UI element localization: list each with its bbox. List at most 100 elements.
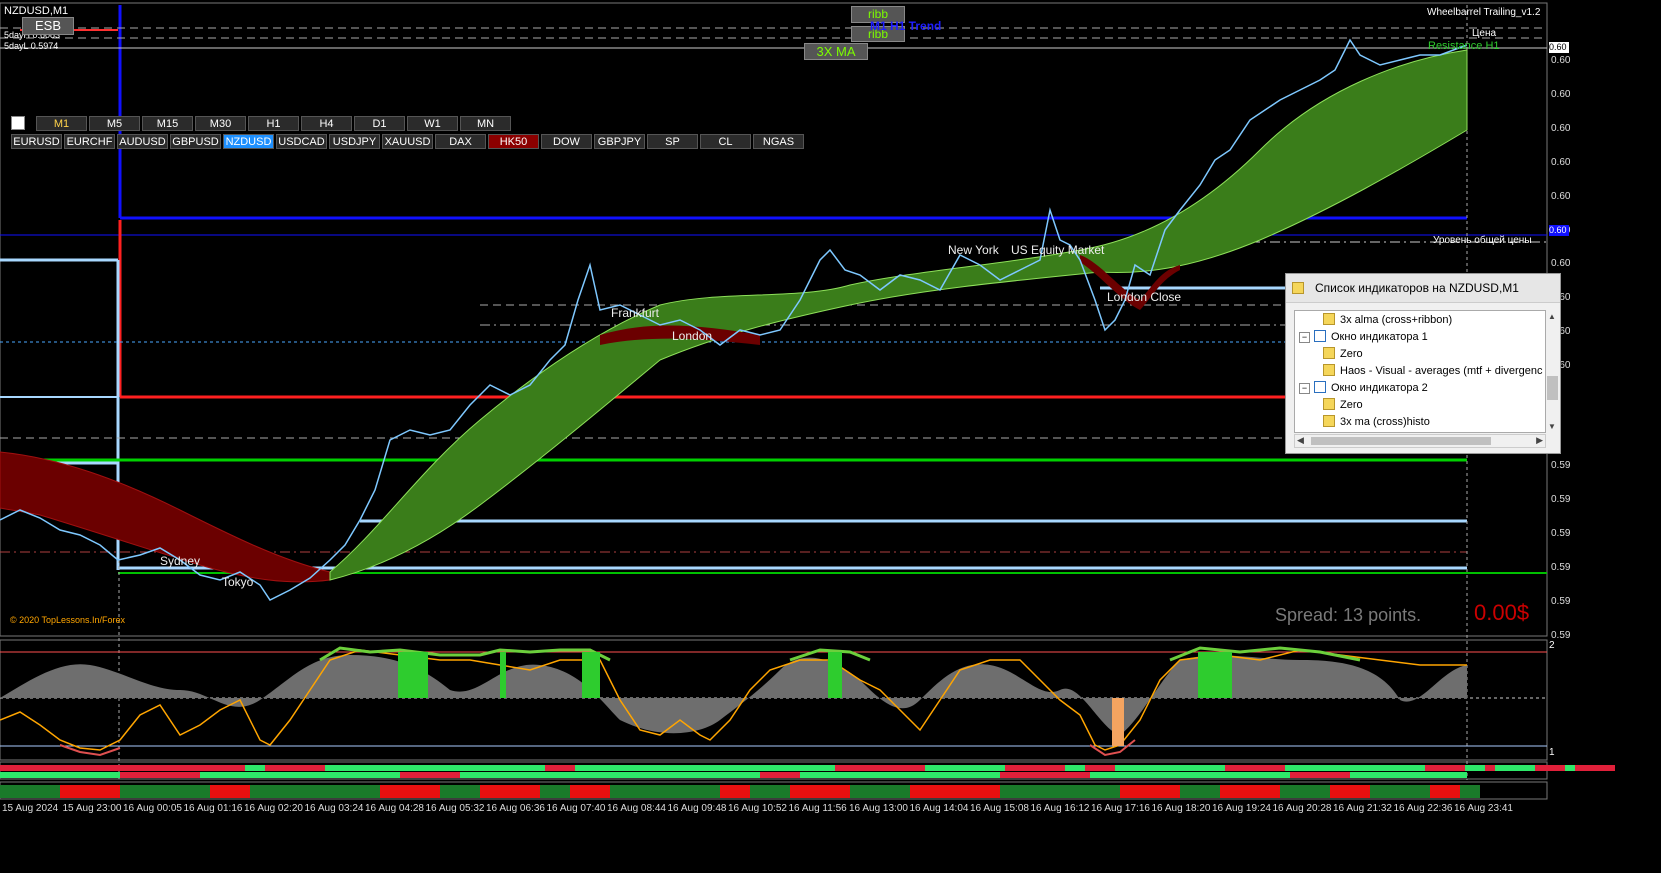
ea-name: Wheelbarrel Trailing_v1.2 xyxy=(1427,7,1541,18)
trend-bar-segment xyxy=(440,785,480,798)
symbol-button-dax[interactable]: DAX xyxy=(435,134,486,149)
timeframe-button-h4[interactable]: H4 xyxy=(301,116,352,131)
time-axis-label: 16 Aug 17:16 xyxy=(1091,803,1150,814)
osc-green-block-5 xyxy=(1198,652,1232,698)
symbol-button-audusd[interactable]: AUDUSD xyxy=(117,134,168,149)
timeframe-button-h1[interactable]: H1 xyxy=(248,116,299,131)
timeframe-button-d1[interactable]: D1 xyxy=(354,116,405,131)
trend-bar-segment xyxy=(1425,765,1465,771)
timeframe-button-m5[interactable]: M5 xyxy=(89,116,140,131)
price-axis-label: 0.60 xyxy=(1551,326,1661,337)
osc-green-block-3 xyxy=(582,652,600,698)
symbol-button-dow[interactable]: DOW xyxy=(541,134,592,149)
scroll-thumb[interactable] xyxy=(1547,376,1558,400)
symbol-button-hk50[interactable]: HK50 xyxy=(488,134,539,149)
timeframe-button-mn[interactable]: MN xyxy=(460,116,511,131)
timeframe-button-m15[interactable]: M15 xyxy=(142,116,193,131)
tree-indicator-node[interactable]: 3x alma (cross+ribbon) xyxy=(1323,313,1452,326)
time-axis-label: 16 Aug 13:00 xyxy=(849,803,908,814)
osc-axis-bottom: 1 xyxy=(1549,747,1555,758)
trend-bar-segment xyxy=(1285,765,1425,771)
symbol-button-gbpjpy[interactable]: GBPJPY xyxy=(594,134,645,149)
symbol-button-ngas[interactable]: NGAS xyxy=(753,134,804,149)
collapse-toggle-icon[interactable]: − xyxy=(1299,383,1310,394)
indicator-icon xyxy=(1323,313,1335,325)
ma3x-badge: 3X MA xyxy=(804,43,868,60)
symbol-button-usdcad[interactable]: USDCAD xyxy=(276,134,327,149)
symbol-button-gbpusd[interactable]: GBPUSD xyxy=(170,134,221,149)
session-london: London xyxy=(672,329,713,343)
trend-bar-segment xyxy=(1000,772,1090,778)
tree-item-label: 3x alma (cross+ribbon) xyxy=(1340,314,1453,326)
trend-bar-segment xyxy=(570,785,610,798)
price-axis-label: 0.60 xyxy=(1551,55,1571,66)
time-axis-label: 16 Aug 08:44 xyxy=(607,803,666,814)
tree-window-node[interactable]: − Окно индикатора 2 xyxy=(1299,381,1428,394)
symbol-button-eurchf[interactable]: EURCHF xyxy=(64,134,115,149)
timeframe-button-m30[interactable]: M30 xyxy=(195,116,246,131)
trend-bar-segment xyxy=(1090,772,1290,778)
tree-indicator-node[interactable]: Haos - Visual - averages (mtf + divergen… xyxy=(1323,364,1542,377)
symbol-button-eurusd[interactable]: EURUSD xyxy=(11,134,62,149)
day-low-label: 5dayL 0.5974 xyxy=(4,41,59,51)
level-price-tag: 0.60 xyxy=(1549,225,1569,236)
collapse-toggle-icon[interactable]: − xyxy=(1299,332,1310,343)
session-new-york: New York xyxy=(948,243,999,257)
time-axis-label: 16 Aug 18:20 xyxy=(1151,803,1211,814)
tree-horizontal-scrollbar[interactable]: ◀ ▶ xyxy=(1294,434,1546,448)
toggle-checkbox[interactable] xyxy=(11,116,25,130)
indicator-tree[interactable]: 3x alma (cross+ribbon) − Окно индикатора 1… xyxy=(1294,310,1546,433)
indicator-list-window[interactable]: Список индикаторов на NZDUSD,M1 3x alma … xyxy=(1285,273,1561,454)
trend-bar-segment xyxy=(800,772,1000,778)
osc-green-block-2 xyxy=(500,652,506,698)
osc-green-block-4 xyxy=(828,652,842,698)
trend-bar-segment xyxy=(540,785,570,798)
indicator-list-title: Список индикаторов на NZDUSD,M1 xyxy=(1315,281,1519,295)
price-axis-label: 0.60 xyxy=(1551,157,1571,168)
trend-bar-segment xyxy=(60,785,120,798)
tree-vertical-scrollbar[interactable]: ▲ ▼ xyxy=(1546,310,1559,433)
trend-bar-segment xyxy=(925,765,1005,771)
session-frankfurt: Frankfurt xyxy=(611,306,660,320)
time-axis-label: 16 Aug 14:04 xyxy=(909,803,969,814)
symbol-button-xauusd[interactable]: XAUUSD xyxy=(382,134,433,149)
time-axis-label: 16 Aug 09:48 xyxy=(667,803,727,814)
time-axis-label: 16 Aug 04:28 xyxy=(365,803,424,814)
session-tokyo: Tokyo xyxy=(222,575,254,589)
scroll-right-icon[interactable]: ▶ xyxy=(1536,435,1543,446)
trend-bar-row-2 xyxy=(0,785,1480,798)
trend-bar-segment xyxy=(1485,765,1495,771)
scroll-left-icon[interactable]: ◀ xyxy=(1297,435,1304,446)
scroll-up-icon[interactable]: ▲ xyxy=(1548,312,1556,321)
symbol-button-nzdusd[interactable]: NZDUSD xyxy=(223,134,274,149)
time-axis-label: 16 Aug 06:36 xyxy=(486,803,545,814)
timeframe-bar: M1 M5 M15 M30 H1 H4 D1 W1 MN xyxy=(36,116,511,131)
scroll-down-icon[interactable]: ▼ xyxy=(1548,422,1556,431)
tree-indicator-node[interactable]: 3x ma (cross)histo xyxy=(1323,415,1430,428)
resistance-label: Resistance H1 xyxy=(1428,40,1500,52)
indicator-list-header[interactable]: Список индикаторов на NZDUSD,M1 xyxy=(1286,274,1560,303)
tree-window-node[interactable]: − Окно индикатора 1 xyxy=(1299,330,1428,343)
symbol-button-usdjpy[interactable]: USDJPY xyxy=(329,134,380,149)
timeframe-button-m1[interactable]: M1 xyxy=(36,116,87,131)
tree-indicator-node[interactable]: Zero xyxy=(1323,347,1363,360)
time-axis-label: 15 Aug 2024 xyxy=(2,803,59,814)
time-axis-label: 16 Aug 10:52 xyxy=(728,803,787,814)
time-axis-label: 15 Aug 23:00 xyxy=(62,803,122,814)
timeframe-button-w1[interactable]: W1 xyxy=(407,116,458,131)
price-axis-label: 0.60 xyxy=(1551,89,1571,100)
trend-bar-segment xyxy=(1225,765,1285,771)
trend-bar-segment xyxy=(1065,765,1085,771)
tree-indicator-node[interactable]: Zero xyxy=(1323,398,1363,411)
tree-item-label: Окно индикатора 2 xyxy=(1331,382,1428,394)
time-axis-label: 16 Aug 20:28 xyxy=(1272,803,1332,814)
symbol-button-sp[interactable]: SP xyxy=(647,134,698,149)
price-axis-label: 0.59 xyxy=(1551,494,1571,505)
price-axis-label: 0.59 xyxy=(1551,460,1571,471)
trend-bar-segment xyxy=(120,772,200,778)
trend-bar-segment xyxy=(1005,765,1065,771)
trend-bar-segment xyxy=(1220,785,1280,798)
price-axis-label: 0.60 xyxy=(1551,258,1571,269)
symbol-button-cl[interactable]: CL xyxy=(700,134,751,149)
hscroll-thumb[interactable] xyxy=(1311,437,1491,445)
